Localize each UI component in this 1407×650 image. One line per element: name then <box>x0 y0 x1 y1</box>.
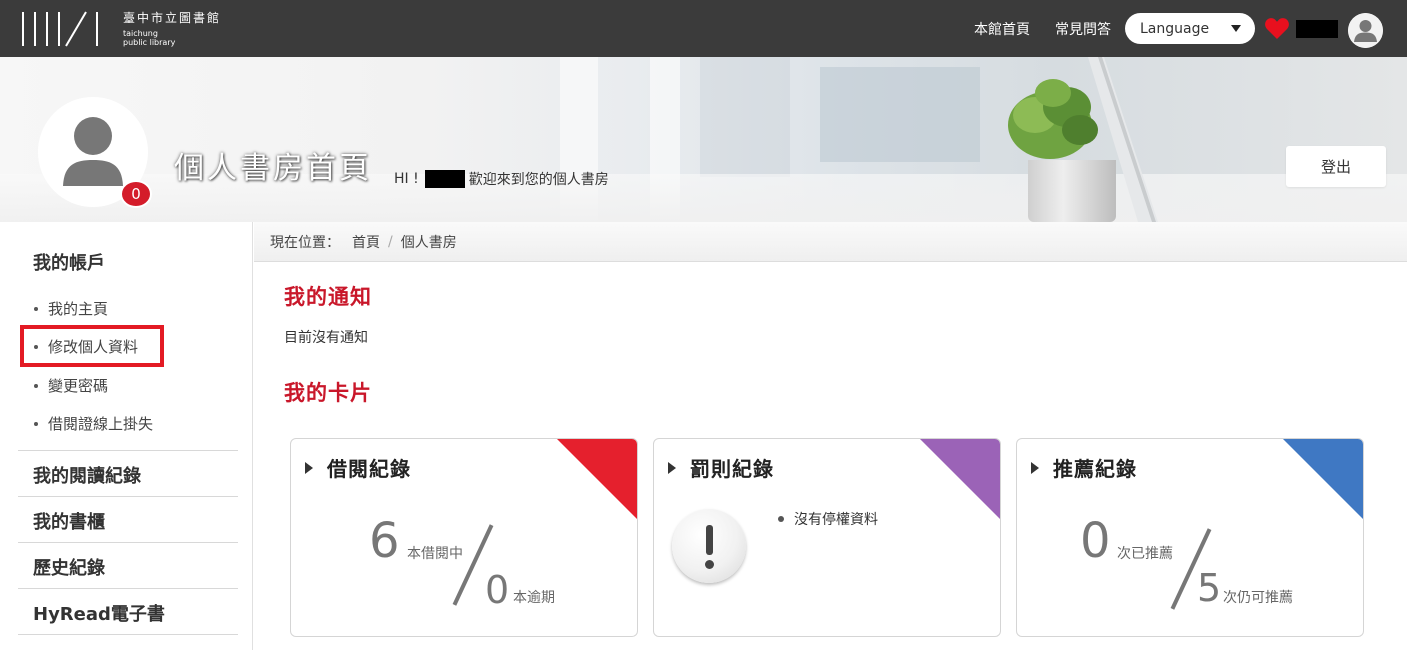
sidebar-divider <box>18 450 238 451</box>
logo-name-en-1: taichung <box>123 29 158 38</box>
overdue-count: 0 <box>485 568 510 612</box>
warning-icon <box>672 509 746 583</box>
caret-right-icon <box>668 461 676 474</box>
borrow-record-card[interactable]: 借閱紀錄 6 本借閱中 0 本逾期 <box>290 438 638 637</box>
recommend-record-card[interactable]: 推薦紀錄 0 次已推薦 5 次仍可推薦 <box>1016 438 1364 637</box>
card-corner-accent <box>1283 439 1363 519</box>
sidebar-heading-my-account[interactable]: 我的帳戶 <box>33 249 105 275</box>
recommended-count: 0 <box>1080 513 1111 569</box>
warning-icon-bar <box>706 525 713 555</box>
breadcrumb-label: 現在位置： <box>270 234 340 251</box>
breadcrumb-current: 個人書房 <box>400 234 457 251</box>
greeting-text: HI ! 歡迎來到您的個人書房 <box>394 169 609 189</box>
sidebar-heading-history[interactable]: 歷史紀錄 <box>33 554 105 580</box>
logo-name-en-2: public library <box>123 38 176 47</box>
page-title: 個人書房首頁 <box>174 151 372 186</box>
caret-right-icon <box>305 461 313 474</box>
sidebar-divider <box>18 542 238 543</box>
chevron-down-icon <box>1231 25 1241 32</box>
sidebar-divider <box>18 588 238 589</box>
card-title: 罰則紀錄 <box>668 453 774 482</box>
redacted-username <box>424 170 465 188</box>
bullet-icon <box>34 383 38 388</box>
breadcrumb-home-link[interactable]: 首頁 <box>352 232 380 252</box>
nav-faq-link[interactable]: 常見問答 <box>1055 0 1111 57</box>
language-label: Language <box>1140 20 1210 37</box>
sidebar-item-report-lost-card[interactable]: 借閱證線上掛失 <box>34 413 153 434</box>
breadcrumb-separator: / <box>388 233 393 250</box>
borrowed-label: 本借閱中 <box>407 546 463 562</box>
sidebar-item-label: 變更密碼 <box>48 377 109 395</box>
penalty-status: 沒有停權資料 <box>778 509 878 529</box>
borrowed-count: 6 <box>369 513 400 569</box>
warning-icon-dot <box>705 560 714 569</box>
sidebar-item-my-home[interactable]: 我的主頁 <box>34 298 108 319</box>
penalty-status-text: 沒有停權資料 <box>794 512 878 528</box>
highlight-box <box>20 325 164 367</box>
sidebar-divider <box>18 634 238 635</box>
logo-text[interactable]: 臺中市立圖書館 taichung public library <box>123 11 221 47</box>
breadcrumb: 現在位置： 首頁 / 個人書房 <box>254 222 1407 262</box>
card-title: 推薦紀錄 <box>1031 453 1137 482</box>
sidebar <box>0 222 253 650</box>
top-header: 臺中市立圖書館 taichung public library 本館首頁 常見問… <box>0 0 1407 57</box>
sidebar-item-change-password[interactable]: 變更密碼 <box>34 375 108 396</box>
caret-right-icon <box>1031 461 1039 474</box>
sidebar-heading-reading-records[interactable]: 我的閱讀紀錄 <box>33 462 141 488</box>
plant-pot-image <box>1028 160 1116 222</box>
banner-background <box>820 67 980 162</box>
user-avatar-icon[interactable] <box>1348 13 1383 48</box>
redacted-username <box>1296 20 1338 38</box>
bullet-icon <box>34 306 38 311</box>
sidebar-divider <box>18 496 238 497</box>
recommended-label: 次已推薦 <box>1117 546 1173 562</box>
logo-name-zh: 臺中市立圖書館 <box>123 11 222 25</box>
card-title-label: 借閱紀錄 <box>327 457 411 481</box>
card-title-label: 罰則紀錄 <box>690 457 774 481</box>
greeting-prefix: HI ! <box>394 171 419 187</box>
library-logo-icon[interactable] <box>20 10 102 48</box>
heart-icon[interactable] <box>1265 18 1289 43</box>
banner-background <box>700 57 790 177</box>
notification-count-badge[interactable]: 0 <box>120 180 152 208</box>
sidebar-heading-hyread[interactable]: HyRead電子書 <box>33 600 165 626</box>
logout-button[interactable]: 登出 <box>1286 146 1386 187</box>
plant-image <box>1008 79 1098 159</box>
bullet-icon <box>778 516 784 522</box>
sidebar-item-label: 借閱證線上掛失 <box>48 415 154 433</box>
nav-home-link[interactable]: 本館首頁 <box>974 0 1030 57</box>
greeting-suffix: 歡迎來到您的個人書房 <box>468 172 609 188</box>
profile-banner <box>0 57 1407 222</box>
remaining-count: 5 <box>1197 566 1222 610</box>
penalty-record-card[interactable]: 罰則紀錄 沒有停權資料 <box>653 438 1001 637</box>
notifications-title: 我的通知 <box>284 285 372 309</box>
bullet-icon <box>34 421 38 426</box>
overdue-label: 本逾期 <box>513 590 555 606</box>
card-title-label: 推薦紀錄 <box>1053 457 1137 481</box>
sidebar-heading-bookshelf[interactable]: 我的書櫃 <box>33 508 105 534</box>
no-notifications-text: 目前沒有通知 <box>284 330 368 346</box>
language-select[interactable]: Language <box>1125 13 1255 44</box>
sidebar-item-label: 我的主頁 <box>48 300 109 318</box>
card-corner-accent <box>557 439 637 519</box>
remaining-label: 次仍可推薦 <box>1223 590 1293 606</box>
card-title: 借閱紀錄 <box>305 453 411 482</box>
card-corner-accent <box>920 439 1000 519</box>
cards-title: 我的卡片 <box>284 381 372 405</box>
